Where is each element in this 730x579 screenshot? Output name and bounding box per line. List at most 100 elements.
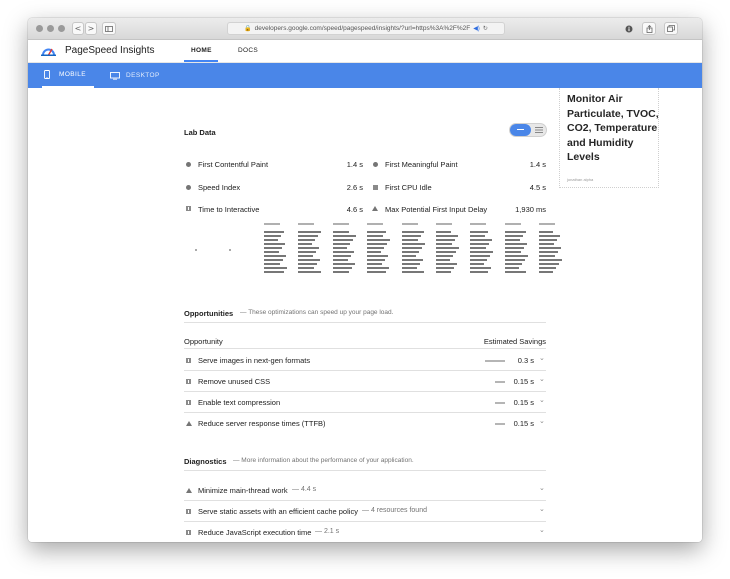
frame-text-line	[505, 239, 520, 241]
frame-text-line	[436, 239, 455, 241]
frame-text-line	[539, 239, 557, 241]
divider	[184, 500, 546, 501]
frame-text-line	[333, 239, 353, 241]
frame-text-line	[264, 255, 286, 257]
reload-icon[interactable]: ↻	[483, 25, 488, 32]
share-icon	[646, 24, 652, 33]
browser-toolbar: < > 🔒 developers.google.com/speed/pagesp…	[28, 18, 702, 40]
frame-text-line	[367, 243, 387, 245]
diagnostics-description: — More information about the performance…	[233, 457, 414, 464]
frame-header	[367, 223, 383, 225]
frame-text-line	[333, 251, 354, 253]
frame-text-line	[470, 243, 489, 245]
minimize-window-button[interactable]	[47, 25, 54, 32]
frame-text-line	[505, 235, 523, 237]
chevron-down-icon[interactable]: ⌄	[539, 354, 545, 362]
chevron-down-icon[interactable]: ⌄	[539, 505, 545, 513]
nav-home-tab[interactable]: HOME	[191, 47, 212, 54]
savings-value: 0.3 s	[517, 356, 534, 365]
diagnostic-detail: — 4 resources found	[362, 507, 427, 514]
circle-icon	[373, 162, 378, 167]
triangle-icon	[186, 488, 192, 493]
frame-text-line	[264, 235, 281, 237]
address-bar[interactable]: 🔒 developers.google.com/speed/pagespeed/…	[227, 22, 505, 35]
chevron-down-icon[interactable]: ⌄	[539, 484, 545, 492]
lock-icon: 🔒	[244, 26, 252, 32]
chevron-down-icon[interactable]: ⌄	[539, 375, 545, 383]
frame-text-line	[470, 251, 493, 253]
page-preview-card: Monitor Air Particulate, TVOC, CO2, Temp…	[559, 88, 659, 188]
frame-text-line	[367, 239, 390, 241]
metric-label: Max Potential First Input Delay	[385, 205, 488, 214]
frame-text-line	[333, 243, 350, 245]
frame-text-line	[298, 231, 321, 233]
metric-value: 1.4 s	[346, 160, 363, 169]
frame-text-line	[505, 231, 526, 233]
back-button[interactable]: <	[72, 22, 84, 35]
speaker-icon[interactable]: ◀︎)	[473, 25, 480, 32]
frame-text-line	[505, 251, 521, 253]
frame-text-line	[539, 255, 555, 257]
frame-text-line	[333, 247, 347, 249]
browser-window: < > 🔒 developers.google.com/speed/pagesp…	[28, 18, 702, 542]
report-content[interactable]: Monitor Air Particulate, TVOC, CO2, Temp…	[28, 88, 702, 542]
opportunity-label: Enable text compression	[198, 398, 281, 407]
app-title[interactable]: PageSpeed Insights	[65, 45, 155, 56]
close-window-button[interactable]	[36, 25, 43, 32]
frame-text-line	[333, 255, 351, 257]
frame-text-line	[264, 263, 280, 265]
metric-value: 4.6 s	[346, 205, 363, 214]
metric-label: First Meaningful Paint	[385, 160, 458, 169]
mobile-tab[interactable]: MOBILE	[42, 63, 94, 88]
frame-text-line	[436, 251, 456, 253]
frame-text-line	[298, 271, 321, 273]
frame-text-line	[333, 235, 356, 237]
savings-bar	[495, 402, 505, 404]
frame-text-line	[333, 231, 349, 233]
chevron-down-icon[interactable]: ⌄	[539, 526, 545, 534]
frame-text-line	[367, 263, 382, 265]
nav-docs-tab[interactable]: DOCS	[238, 47, 258, 54]
zoom-window-button[interactable]	[58, 25, 65, 32]
metric-value: 2.6 s	[346, 183, 363, 192]
toggle-list-view[interactable]	[510, 124, 531, 136]
monitor-icon	[110, 71, 120, 80]
active-tab-indicator	[184, 60, 218, 62]
frame-header	[264, 223, 280, 225]
chevron-down-icon[interactable]: ⌄	[539, 417, 545, 425]
frame-text-line	[402, 259, 423, 261]
filmstrip-frame	[331, 221, 361, 277]
chevron-down-icon[interactable]: ⌄	[539, 396, 545, 404]
filmstrip-frame	[227, 221, 257, 277]
chevron-right-icon: >	[87, 24, 95, 33]
frame-text-line	[333, 263, 355, 265]
savings-value: 0.15 s	[513, 398, 534, 407]
savings-column-header: Estimated Savings	[483, 337, 546, 346]
grid-view-icon[interactable]	[535, 127, 543, 133]
diagnostic-label: Minimize main-thread work	[198, 486, 288, 495]
frame-text-line	[402, 247, 422, 249]
frame-text-line	[470, 231, 488, 233]
chevron-left-icon: <	[74, 24, 82, 33]
frame-text-line	[402, 235, 421, 237]
metric-value: 1,930 ms	[515, 205, 546, 214]
frame-text-line	[436, 255, 453, 257]
tabs-overview-button[interactable]	[664, 22, 678, 35]
info-button[interactable]	[622, 22, 636, 35]
frame-text-line	[298, 247, 319, 249]
frame-text-line	[298, 267, 314, 269]
desktop-tab[interactable]: DESKTOP	[110, 63, 160, 88]
forward-button[interactable]: >	[85, 22, 97, 35]
frame-text-line	[264, 247, 282, 249]
divider	[184, 348, 546, 349]
sidebar-button[interactable]	[102, 22, 116, 35]
filmstrip	[193, 221, 567, 277]
metric-view-toggle[interactable]	[509, 123, 547, 137]
metric-value: 4.5 s	[529, 183, 546, 192]
opportunity-column-header: Opportunity	[184, 337, 223, 346]
share-button[interactable]	[642, 22, 656, 35]
frame-text-line	[505, 243, 527, 245]
frame-text-line	[402, 271, 424, 273]
device-tab-bar: MOBILE DESKTOP	[28, 63, 702, 88]
frame-text-line	[436, 271, 451, 273]
